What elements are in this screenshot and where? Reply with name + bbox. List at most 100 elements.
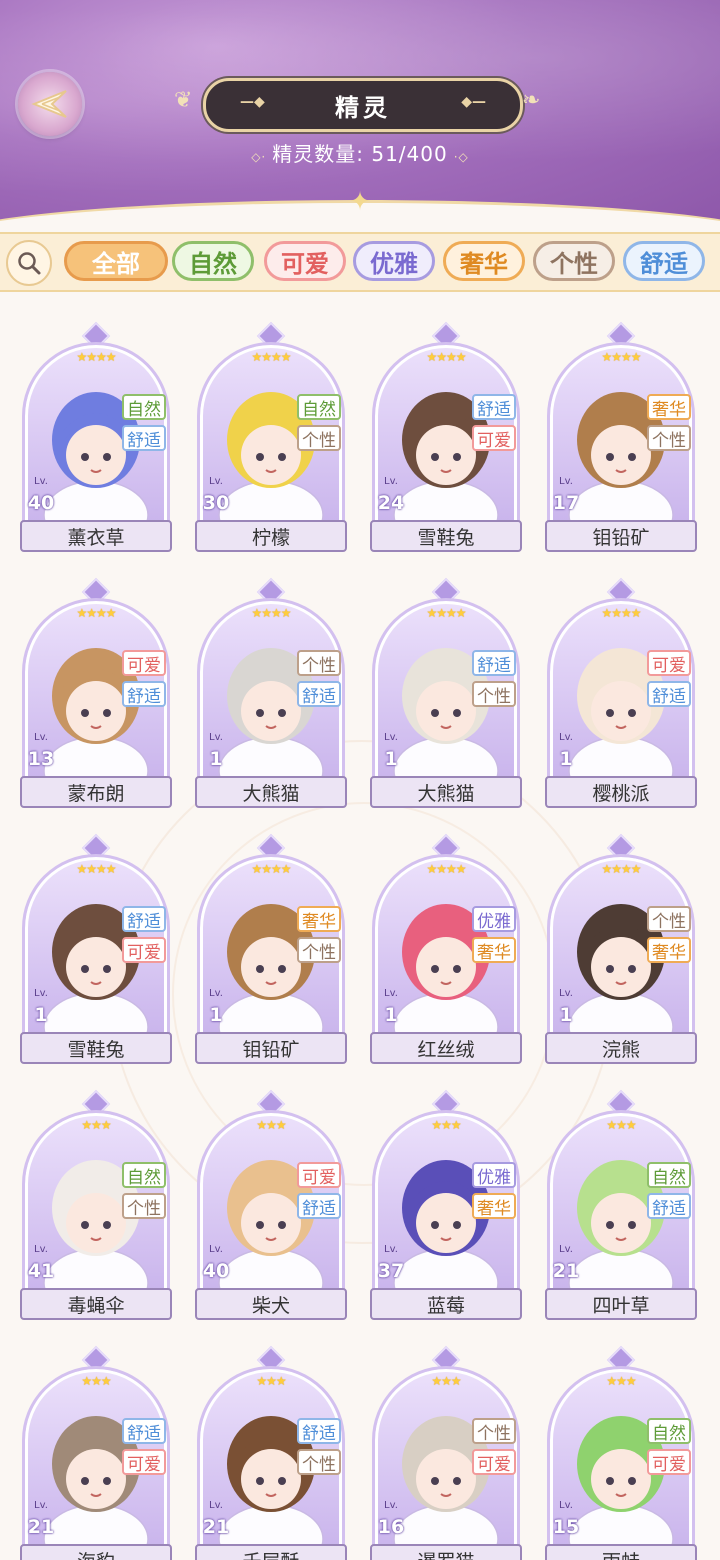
filter-chip[interactable]: 优雅 <box>353 241 435 281</box>
wing-left-icon: ❦ <box>174 88 193 113</box>
level-value: 1 <box>34 1004 48 1026</box>
trait-tag: 优雅 <box>472 906 516 932</box>
level-prefix: Lv. <box>209 732 223 743</box>
level-prefix: Lv. <box>559 988 573 999</box>
spirit-name: 四叶草 <box>545 1288 697 1320</box>
trait-tag: 奢华 <box>647 937 691 963</box>
level-value: 13 <box>27 748 55 770</box>
level-badge: Lv. 16 <box>372 1500 410 1538</box>
spirit-name: 大熊猫 <box>195 776 347 808</box>
page-title: 精灵 <box>335 93 391 122</box>
spirit-card[interactable]: ★★★★ 奢华 个性 Lv. 17 钼铅矿 <box>543 321 699 552</box>
level-prefix: Lv. <box>209 1244 223 1255</box>
spirit-card[interactable]: ★★★ 个性可爱 Lv. 16 暹罗猫 <box>368 1345 524 1560</box>
spirit-card[interactable]: ★★★ 舒适可爱 Lv. 21 海豹 <box>18 1345 174 1560</box>
header: ❦ —◆ 精灵 ◆— ❧ ◇· 精灵数量: 51/400 ·◇ ✦ <box>0 0 720 232</box>
spirit-card[interactable]: ★★★★ 舒适 可爱 Lv. 1 雪鞋兔 <box>18 833 174 1064</box>
spirit-card[interactable]: ★★★ 自然 个性 Lv. 41 毒蝇伞 <box>18 1089 174 1320</box>
level-prefix: Lv. <box>34 732 48 743</box>
trait-tag: 自然 <box>647 1162 691 1188</box>
trait-tag: 个性 <box>122 1193 166 1219</box>
spirit-card[interactable]: ★★★★ 可爱 舒适 Lv. 13 蒙布朗 <box>18 577 174 808</box>
trait-tag: 可爱 <box>472 425 516 451</box>
trait-tag: 舒适 <box>297 681 341 707</box>
trait-tag: 可爱 <box>122 1449 166 1475</box>
spirit-name: 浣熊 <box>545 1032 697 1064</box>
spirit-card[interactable]: ★★★★ 舒适 个性 Lv. 1 大熊猫 <box>368 577 524 808</box>
filter-chip-label: 舒适 <box>640 249 688 278</box>
spirit-card[interactable]: ★★★★ 舒适 可爱 Lv. 24 雪鞋兔 <box>368 321 524 552</box>
filter-chip[interactable]: 可爱 <box>264 241 346 281</box>
trait-tag: 自然 <box>122 1162 166 1188</box>
filter-bar: 全部 自然 可爱 优雅 奢华 个性 舒适 <box>0 232 720 292</box>
count-deco-left-icon: ◇· <box>251 150 267 164</box>
spirit-name: 钼铅矿 <box>195 1032 347 1064</box>
level-value: 21 <box>202 1516 230 1538</box>
star-rating-icon: ★★★★ <box>426 606 466 620</box>
spirit-card[interactable]: ★★★★ 优雅 奢华 Lv. 1 红丝绒 <box>368 833 524 1064</box>
spirit-grid: ★★★★ 自然 舒适 Lv. 40 薰衣草 ★★★★ 自然 个性 Lv. 30 柠檬 ★★★★ 舒适 可爱 L… <box>0 290 720 1560</box>
star-rating-icon: ★★★★ <box>426 862 466 876</box>
level-value: 1 <box>384 1004 398 1026</box>
search-button[interactable] <box>6 240 52 286</box>
star-rating-icon: ★★★ <box>606 1118 636 1132</box>
back-button[interactable] <box>18 72 82 136</box>
filter-chip[interactable]: 自然 <box>172 241 254 281</box>
trait-tag: 舒适 <box>297 1418 341 1444</box>
level-badge: Lv. 1 <box>197 988 235 1026</box>
level-badge: Lv. 1 <box>197 732 235 770</box>
spirit-card[interactable]: ★★★★ 奢华 个性 Lv. 1 钼铅矿 <box>193 833 349 1064</box>
star-rating-icon: ★★★★ <box>251 606 291 620</box>
spirit-card[interactable]: ★★★★ 自然 舒适 Lv. 40 薰衣草 <box>18 321 174 552</box>
level-prefix: Lv. <box>34 476 48 487</box>
filter-chip[interactable]: 全部 <box>64 241 168 281</box>
level-badge: Lv. 1 <box>372 988 410 1026</box>
filter-chip[interactable]: 奢华 <box>443 241 525 281</box>
level-value: 1 <box>209 748 223 770</box>
spirit-card[interactable]: ★★★ 优雅 奢华 Lv. 37 蓝莓 <box>368 1089 524 1320</box>
filter-chip[interactable]: 舒适 <box>623 241 705 281</box>
level-value: 1 <box>559 748 573 770</box>
title-deco-left-icon: —◆ <box>240 94 265 110</box>
trait-tag: 奢华 <box>297 906 341 932</box>
trait-tag: 自然 <box>647 1418 691 1444</box>
level-badge: Lv. 21 <box>197 1500 235 1538</box>
trait-tag: 个性 <box>472 681 516 707</box>
spirit-card[interactable]: ★★★ 可爱 舒适 Lv. 40 柴犬 <box>193 1089 349 1320</box>
spirit-name: 海豹 <box>20 1544 172 1560</box>
spirit-card[interactable]: ★★★★ 个性 舒适 Lv. 1 大熊猫 <box>193 577 349 808</box>
level-prefix: Lv. <box>384 476 398 487</box>
trait-tag: 舒适 <box>472 394 516 420</box>
level-value: 1 <box>384 748 398 770</box>
spirit-name: 毒蝇伞 <box>20 1288 172 1320</box>
spirit-card[interactable]: ★★★★ 可爱 舒适 Lv. 1 樱桃派 <box>543 577 699 808</box>
level-prefix: Lv. <box>209 1500 223 1511</box>
star-rating-icon: ★★★★ <box>601 606 641 620</box>
star-rating-icon: ★★★★ <box>601 862 641 876</box>
count-label: 精灵数量: <box>272 142 372 166</box>
spirit-name: 蒙布朗 <box>20 776 172 808</box>
level-badge: Lv. 21 <box>547 1244 585 1282</box>
level-value: 15 <box>552 1516 580 1538</box>
trait-tag: 可爱 <box>297 1162 341 1188</box>
star-rating-icon: ★★★ <box>81 1374 111 1388</box>
trait-tag: 舒适 <box>122 425 166 451</box>
spirit-count: ◇· 精灵数量: 51/400 ·◇ <box>0 138 720 167</box>
spirit-name: 红丝绒 <box>370 1032 522 1064</box>
filter-chip[interactable]: 个性 <box>533 241 615 281</box>
spirit-card[interactable]: ★★★★ 个性 奢华 Lv. 1 浣熊 <box>543 833 699 1064</box>
count-deco-right-icon: ·◇ <box>453 150 469 164</box>
spirit-card[interactable]: ★★★ 自然可爱 Lv. 15 雨蛙 <box>543 1345 699 1560</box>
level-prefix: Lv. <box>34 1244 48 1255</box>
spirit-name: 雨蛙 <box>545 1544 697 1560</box>
trait-tag: 优雅 <box>472 1162 516 1188</box>
star-rating-icon: ★★★★ <box>251 350 291 364</box>
level-value: 37 <box>377 1260 405 1282</box>
star-rating-icon: ★★★ <box>81 1118 111 1132</box>
level-prefix: Lv. <box>384 988 398 999</box>
trait-tag: 舒适 <box>122 906 166 932</box>
spirit-card[interactable]: ★★★ 自然 舒适 Lv. 21 四叶草 <box>543 1089 699 1320</box>
spirit-card[interactable]: ★★★ 舒适个性 Lv. 21 千层酥 <box>193 1345 349 1560</box>
level-value: 30 <box>202 492 230 514</box>
spirit-card[interactable]: ★★★★ 自然 个性 Lv. 30 柠檬 <box>193 321 349 552</box>
